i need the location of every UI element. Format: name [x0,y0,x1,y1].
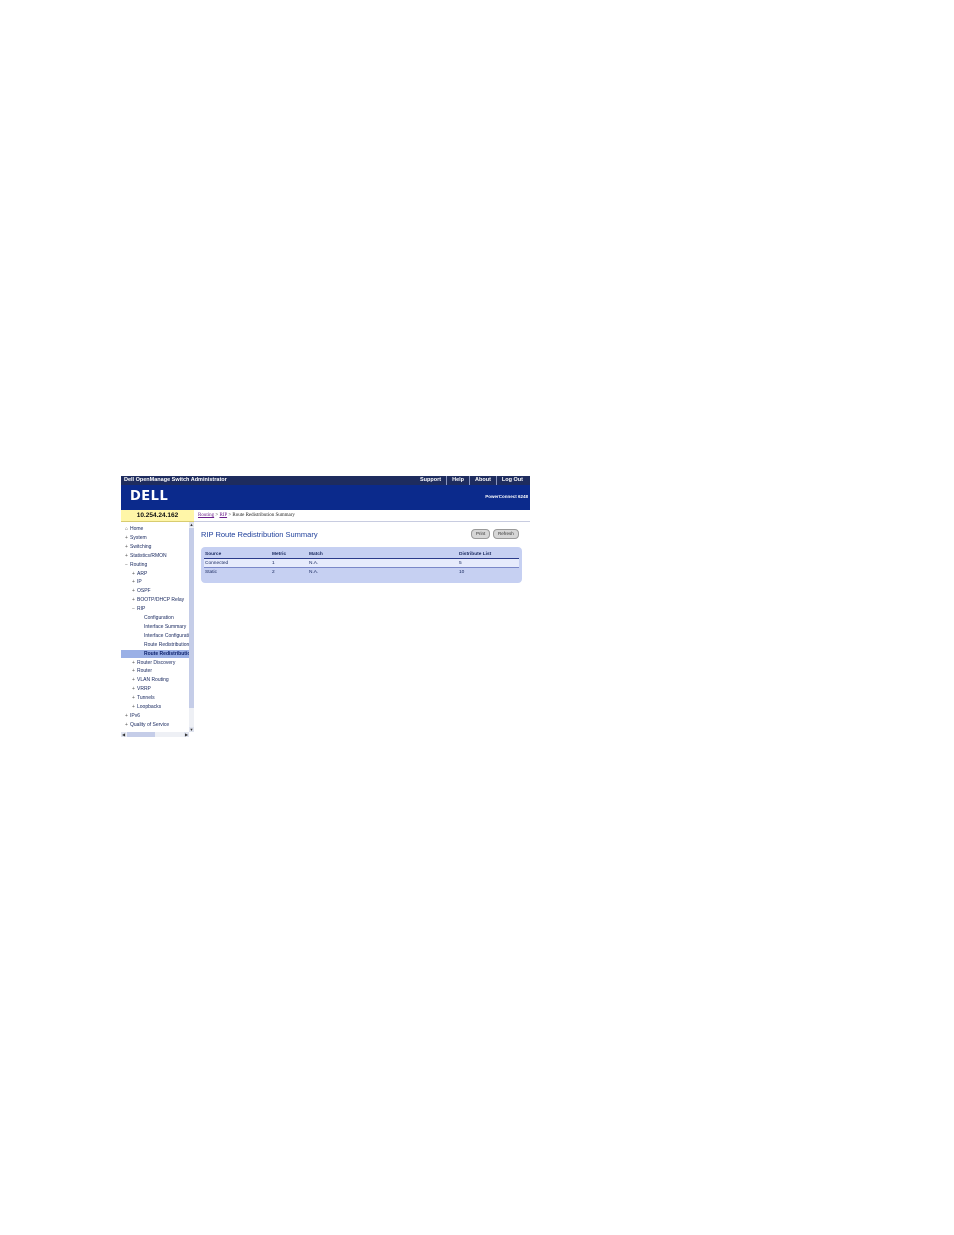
tree-item[interactable]: + VLAN Routing [121,676,189,685]
tree-item-label: Statistics/RMON [130,552,167,559]
scroll-up-icon[interactable]: ▲ [189,522,194,527]
header-source: Source [204,551,271,559]
tree-item[interactable]: + Switching [121,543,189,552]
support-link[interactable]: Support [415,476,446,485]
tree-item-label: Configuration [144,615,174,621]
table-row: Static 2 N.A. 10 [204,567,519,576]
tree-item-label: Routing [130,561,148,568]
tree-item[interactable]: ⌂ Home [121,525,189,534]
navigation-tree: ⌂ Home + System + Switching + Statistics/RMON − R… [121,522,190,732]
table-header-row: Source Metric Match Distribute List [204,551,519,559]
cell-match: N.A. [308,567,458,576]
tree-item-label: OSPF [137,588,151,595]
tree-item-label: ARP [137,570,148,577]
tree-item[interactable]: + VRRP [121,685,189,694]
tree-item[interactable]: + Loopbacks [121,703,189,712]
cell-metric: 1 [271,558,308,568]
header-metric: Metric [271,551,308,559]
device-ip: 10.254.24.162 [121,510,194,522]
top-menu-bar: Dell OpenManage Switch Administrator Sup… [121,476,530,485]
scroll-left-icon[interactable]: ◀ [121,732,126,737]
tree-horizontal-scrollbar[interactable]: ◀ ▶ [121,732,189,737]
tree-item-label: Route Redistribution [144,650,189,657]
cell-source: Static [204,567,271,576]
tree-item[interactable]: Route Redistribution [121,649,189,659]
tree-item-label: Loopbacks [137,704,162,710]
model-name: PowerConnect 6248 [485,494,528,499]
header-match: Match [308,551,458,559]
tree-item[interactable]: Interface Summary [121,623,189,632]
tree-item-label: Switching [130,543,152,550]
tree-item[interactable]: + Router Discovery [121,659,189,668]
breadcrumb-current: Route Redistribution Summary [232,513,295,518]
scroll-thumb-horizontal[interactable] [127,732,155,737]
tree-item-label: Route Redistribution [144,641,189,648]
tree-item-label: Router [137,668,153,675]
tree-item-label: Interface Summary [144,623,187,630]
print-button[interactable]: Print [471,529,491,539]
tree-item[interactable]: Configuration [121,614,189,623]
tree-item-label: IP [137,579,142,586]
dell-switch-admin-window: Dell OpenManage Switch Administrator Sup… [121,476,530,738]
app-title: Dell OpenManage Switch Administrator [124,477,227,483]
dell-logo: DELL [130,489,169,504]
header-distribute-list: Distribute List [458,551,519,559]
help-link[interactable]: Help [446,476,469,485]
tree-item-label: Interface Configuration [144,632,189,639]
tree-item[interactable]: + OSPF [121,587,189,596]
breadcrumb-rip[interactable]: RIP [219,513,227,518]
redistribution-table: Source Metric Match Distribute List Conn… [204,551,519,576]
tree-item-label: Quality of Service [130,721,170,728]
cell-source: Connected [204,558,271,568]
tree-item-label: RIP [137,606,146,613]
scroll-down-icon[interactable]: ▼ [189,727,194,732]
tree-item[interactable]: + Tunnels [121,694,189,703]
redistribution-table-panel: Source Metric Match Distribute List Conn… [201,547,522,583]
tree-item-label: BOOTP/DHCP Relay [137,597,185,604]
tree-item[interactable]: + Router [121,667,189,676]
tree-item[interactable]: Interface Configuration [121,632,189,641]
tree-item[interactable]: + Quality of Service [121,721,189,730]
tree-item-label: Tunnels [137,695,155,702]
tree-item[interactable]: + BOOTP/DHCP Relay [121,596,189,605]
breadcrumb-separator: > [215,513,219,518]
breadcrumb: Routing > RIP > Route Redistribution Sum… [194,510,530,522]
tree-item[interactable]: Route Redistribution [121,641,189,650]
about-link[interactable]: About [469,476,496,485]
breadcrumb-separator: > [228,513,232,518]
cell-distribute-list: 10 [458,567,519,576]
tree-item-label: System [130,534,147,541]
tree-item[interactable]: − RIP [121,605,189,614]
tree-item[interactable]: + Statistics/RMON [121,552,189,561]
cell-metric: 2 [271,567,308,576]
scroll-thumb[interactable] [189,528,194,708]
tree-item[interactable]: + IPv6 [121,712,189,721]
scroll-right-icon[interactable]: ▶ [184,732,189,737]
tree-item-label: Router Discovery [137,659,176,666]
tree-item[interactable]: + ARP [121,570,189,579]
brand-banner: DELL PowerConnect 6248 [121,485,530,510]
tree-item[interactable]: + IP [121,578,189,587]
table-row: Connected 1 N.A. 5 [204,558,519,568]
tree-item[interactable]: + System [121,534,189,543]
tree-item-label: VRRP [137,686,151,693]
tree-vertical-scrollbar[interactable]: ▲ ▼ [189,522,194,732]
breadcrumb-routing[interactable]: Routing [198,513,214,518]
tree-item-label: IPv6 [130,712,141,719]
tree-item[interactable]: − Routing [121,561,189,570]
top-links: Support Help About Log Out [415,476,528,485]
cell-match: N.A. [308,558,458,568]
refresh-button[interactable]: Refresh [493,529,519,539]
cell-distribute-list: 5 [458,558,519,568]
tree-item-label: Home [130,526,144,532]
tree-item-label: VLAN Routing [137,677,169,684]
logout-link[interactable]: Log Out [495,476,528,485]
page-title: RIP Route Redistribution Summary [201,530,318,539]
